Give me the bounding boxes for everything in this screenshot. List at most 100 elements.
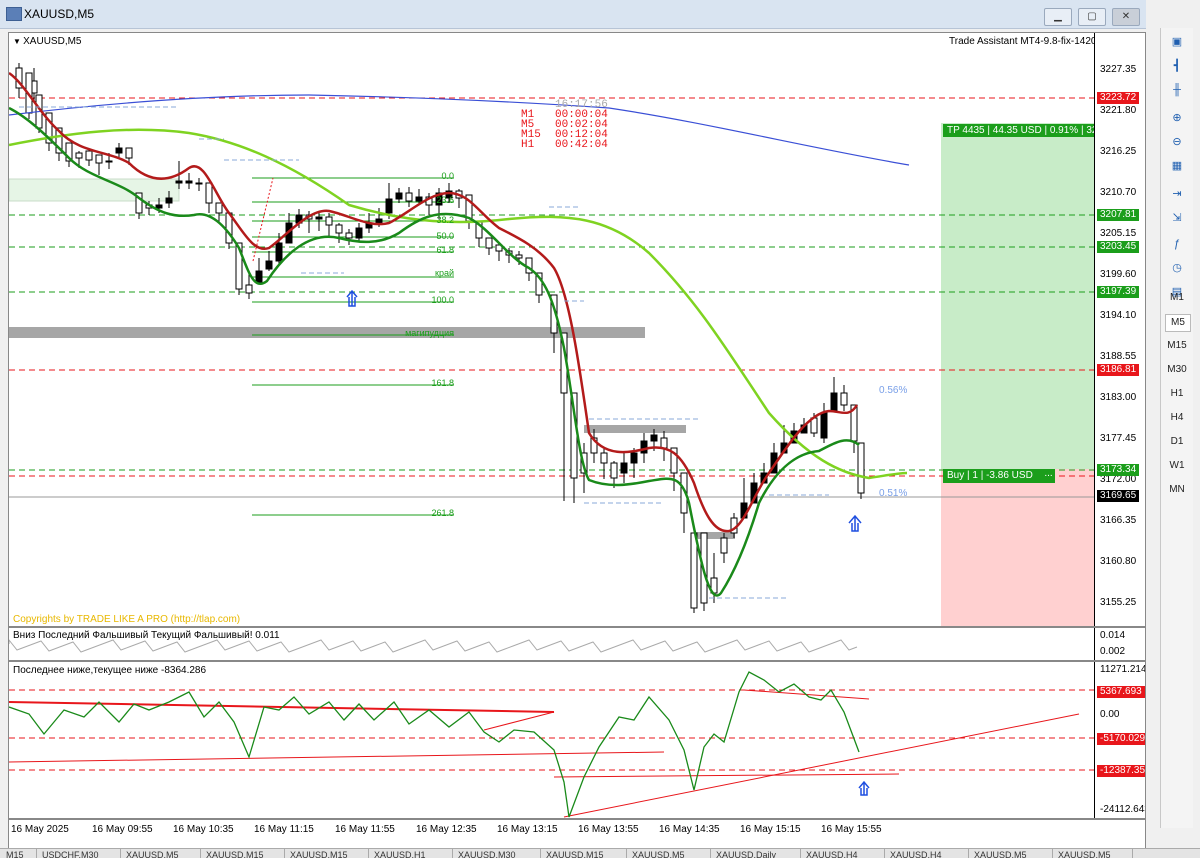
tp-label[interactable]: TP 4435 | 44.35 USD | 0.91% | 32 [943,124,1097,137]
ea-label: Trade Assistant MT4-9.8-fix-1420 ☺ [949,36,1109,47]
candle-body [245,284,253,294]
candle-body [630,452,638,464]
indicator1-plot [9,639,858,653]
chart-area[interactable]: ▼ XAUUSD,M5 Trade Assistant MT4-9.8-fix-… [8,32,1146,849]
indicator2-axis: 11271.214 5367.693 0.00 -5170.029 -12387… [1094,662,1146,818]
timeframe-m1-button[interactable]: M1 [1165,290,1189,306]
candle-body [640,440,648,454]
candle-body [95,154,103,164]
timeframe-h4-button[interactable]: H4 [1165,410,1189,426]
time-label: 16 May 15:55 [821,824,882,835]
candle-clock: 16:17:56 M1 00:00:04 M5 00:02:04 M15 00:12:04… [521,100,608,151]
time-label: 16 May 15:15 [740,824,801,835]
candle-body [857,442,865,494]
tile-windows-icon[interactable]: ▦ [1165,156,1189,176]
price-tick: 3205.15 [1100,228,1137,239]
autoscroll-icon[interactable]: ⇲ [1165,208,1189,228]
ind1-tick: 0.002 [1100,646,1126,657]
fib-level-label: магипудция [405,328,454,338]
indicators-icon[interactable]: ƒ [1165,234,1189,254]
ind2-tick: 0.00 [1100,709,1120,720]
price-tick: 3155.25 [1100,597,1137,608]
time-label: 16 May 09:55 [92,824,153,835]
fib-lines [252,177,454,516]
candle-body [275,242,283,262]
candle-body [840,392,848,406]
candle-body [690,532,698,609]
time-axis[interactable]: 16 May 2025 16 May 09:55 16 May 10:35 16 Ma… [9,821,1094,841]
price-tick: 3194.10 [1100,310,1137,321]
close-button[interactable]: ✕ [1112,8,1140,26]
price-tick: 3166.35 [1100,515,1137,526]
time-label: 16 May 14:35 [659,824,720,835]
periods-icon[interactable]: ◷ [1165,258,1189,278]
copyright-text: Copyrights by TRADE LIKE A PRO (http://t… [13,614,241,625]
clock-tf: H1 [521,139,535,151]
candle-body [660,437,668,449]
candle-body [105,160,113,163]
window-title: XAUUSD,M5 [24,7,95,21]
candle-body [185,180,193,184]
ind2-level-label: -5170.029 [1097,733,1145,745]
time-label: 16 May 11:55 [335,824,395,835]
minimize-button[interactable]: ▁ [1044,8,1072,26]
buy-close-button[interactable]: ... [1042,469,1055,483]
candle-body [515,254,523,259]
time-label: 16 May 11:15 [254,824,314,835]
timeframe-d1-button[interactable]: D1 [1165,434,1189,450]
ind2-level-label: -12387.35 [1097,765,1145,777]
candle-body [720,537,728,554]
candle-body [165,197,173,204]
up-arrow-icon [858,780,870,796]
candle-body [175,180,183,184]
zone-box [9,178,180,202]
price-tick: 3199.60 [1100,269,1137,280]
clock-row: H1 00:42:04 [521,139,608,151]
window-titlebar: XAUUSD,M5 ▁ ▢ ✕ [0,0,1146,29]
time-label: 16 May 13:15 [497,824,558,835]
grey-band [584,425,686,433]
candle-body [600,452,608,464]
timeframe-w1-button[interactable]: W1 [1165,458,1189,474]
fib-level-label: 100.0 [431,295,454,305]
price-level-label: 3223.72 [1097,92,1140,104]
fib-level-label: 50.0 [436,231,454,241]
candle-body [620,462,628,474]
indicator2-plot [9,671,1094,818]
timeframe-h1-button[interactable]: H1 [1165,386,1189,402]
timeframe-mn-button[interactable]: MN [1165,482,1189,498]
candle-body [75,152,83,159]
price-tick: 3221.80 [1100,105,1137,116]
candle-body [215,202,223,214]
maximize-button[interactable]: ▢ [1078,8,1106,26]
chart-window-icon [6,7,22,21]
ind1-tick: 0.014 [1100,630,1126,641]
zoom-in-icon[interactable]: ⊕ [1165,108,1189,128]
fib-level-label: 23.6 [436,195,454,205]
fib-level-label: 61.8 [436,245,454,255]
right-toolbar: ▣ ┫ ╫ ⊕ ⊖ ▦ ⇥ ⇲ ƒ ◷ ▤ M1 M5 M15 M30 H1 H4 D1 W1… [1160,28,1193,828]
chart-symbol-label: ▼ XAUUSD,M5 [13,36,82,47]
price-level-label: 3169.65 [1097,490,1140,502]
fib-level-label: 261.8 [431,508,454,518]
price-level-label: 3203.45 [1097,241,1140,253]
price-tick: 3216.25 [1100,146,1137,157]
candle-chart-icon[interactable]: ╫ [1165,80,1189,100]
bar-chart-icon[interactable]: ┫ [1165,56,1189,76]
candle-body [155,204,163,209]
price-tick: 3177.45 [1100,433,1137,444]
timeframe-m30-button[interactable]: M30 [1165,362,1189,378]
pct-label-upper: 0.56% [879,385,908,396]
buy-position-label[interactable]: Buy | 1 | -3.86 USD [943,469,1043,483]
zoom-out-icon[interactable]: ⊖ [1165,132,1189,152]
price-tick: 3160.80 [1100,556,1137,567]
ind2-tick: -24112.643 [1100,804,1146,815]
price-axis[interactable]: 3227.35 3221.80 3216.25 3210.70 3205.15 3199.… [1094,33,1145,626]
new-chart-icon[interactable]: ▣ [1165,32,1189,52]
fib-level-label: 38.2 [436,215,454,225]
timeframe-m15-button[interactable]: M15 [1165,338,1189,354]
chart-shift-icon[interactable]: ⇥ [1165,184,1189,204]
timeframe-m5-button[interactable]: M5 [1165,314,1191,332]
ind2-tick: 11271.214 [1100,664,1146,675]
price-level-label: 3173.34 [1097,464,1140,476]
